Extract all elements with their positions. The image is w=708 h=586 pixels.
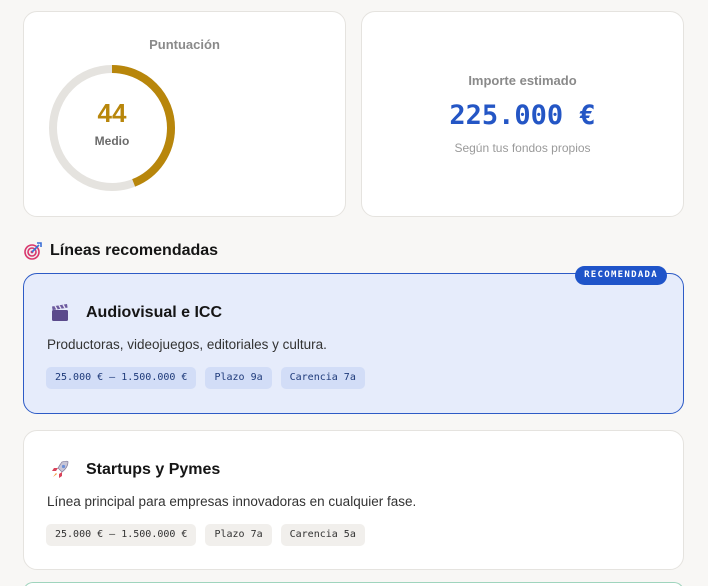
amount-card: Importe estimado 225.000 € Según tus fon… — [361, 11, 684, 217]
section-title: Líneas recomendadas — [50, 242, 219, 259]
line-description: Productoras, videojuegos, editoriales y … — [47, 337, 327, 352]
chip-amount-range: 25.000 € – 1.500.000 € — [46, 367, 197, 389]
line-title: Startups y Pymes — [86, 461, 221, 478]
amount-title: Importe estimado — [468, 73, 577, 88]
amount-value: 225.000 € — [449, 100, 596, 131]
line-description: Línea principal para empresas innovadora… — [47, 494, 417, 509]
next-card-edge — [23, 582, 684, 586]
target-icon — [24, 242, 42, 260]
score-title: Puntuación — [149, 37, 220, 52]
clapperboard-icon — [52, 304, 68, 321]
line-title: Audiovisual e ICC — [86, 304, 223, 321]
line-header: Startups y Pymes — [50, 459, 220, 481]
score-value: 44 — [97, 98, 127, 128]
chip-grace: Carencia 5a — [280, 524, 365, 546]
line-header: Audiovisual e ICC — [50, 302, 222, 324]
chip-amount-range: 25.000 € – 1.500.000 € — [46, 524, 197, 546]
chip-term: Plazo 7a — [205, 524, 272, 546]
line-chips: 25.000 € – 1.500.000 € Plazo 9a Carencia… — [46, 367, 365, 389]
chip-term: Plazo 9a — [205, 367, 272, 389]
recommended-badge: RECOMENDADA — [575, 266, 667, 285]
rocket-icon — [52, 460, 69, 478]
line-card-startups[interactable]: Startups y Pymes Línea principal para em… — [23, 430, 684, 570]
score-card: Puntuación 44 Medio — [23, 11, 346, 217]
chip-grace: Carencia 7a — [280, 367, 365, 389]
line-chips: 25.000 € – 1.500.000 € Plazo 7a Carencia… — [46, 524, 365, 546]
amount-subtitle: Según tus fondos propios — [454, 141, 591, 155]
score-level: Medio — [94, 134, 130, 148]
line-card-audiovisual[interactable]: RECOMENDADA Audiovisual e ICC Productora… — [23, 266, 684, 414]
section-header: Líneas recomendadas — [24, 240, 218, 262]
